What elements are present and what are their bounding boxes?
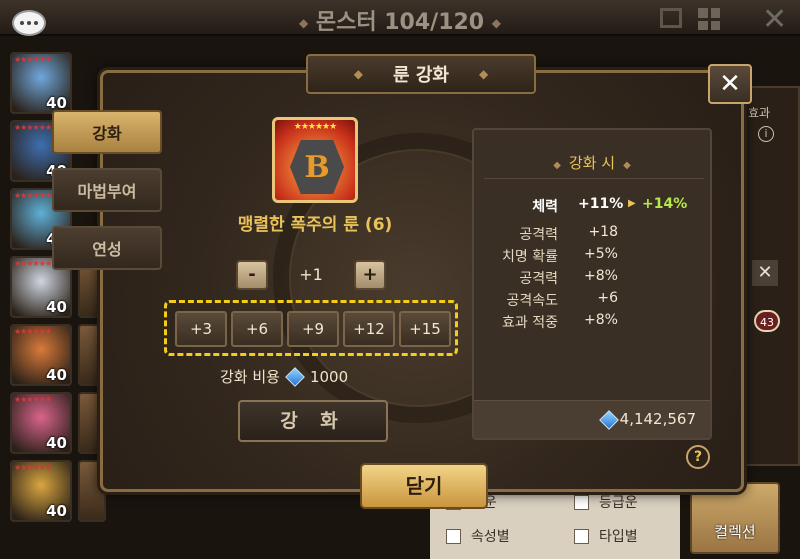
level-minus-button[interactable]: - bbox=[236, 260, 268, 290]
help-button[interactable]: ? bbox=[686, 445, 710, 469]
level-value: +1 bbox=[299, 265, 323, 284]
quick-level-button[interactable]: +15 bbox=[399, 311, 451, 347]
crystal-total: 4,142,567 bbox=[619, 410, 696, 428]
cost-value: 1000 bbox=[309, 367, 349, 386]
monster-stars: ★★★★★★ bbox=[14, 55, 52, 64]
stat-name: 효과 적중 bbox=[502, 315, 558, 331]
quick-level-button[interactable]: +9 bbox=[287, 311, 339, 347]
monster-card[interactable]: ★★★★★★40 bbox=[10, 52, 72, 114]
filter-attribute[interactable]: 속성별 bbox=[446, 526, 510, 546]
monster-stars: ★★★★★★ bbox=[14, 395, 52, 404]
background-close-icon[interactable]: ✕ bbox=[762, 2, 787, 37]
monster-stars: ★★★★★★ bbox=[14, 463, 52, 472]
level-selector: - +1 + bbox=[236, 260, 386, 292]
level-plus-button[interactable]: + bbox=[354, 260, 386, 290]
enhance-cost: 강화 비용 1000 bbox=[220, 366, 420, 387]
monster-count-title: ◆ 몬스터 104/120 ◆ bbox=[298, 10, 502, 35]
rune-icon: ★★★★★★ B bbox=[272, 117, 358, 203]
diamond-icon: ◆ bbox=[353, 67, 364, 81]
monster-level: 40 bbox=[46, 502, 67, 520]
sub-stat-row: 치명 확률 +5% bbox=[474, 246, 710, 266]
stat-value: +6 bbox=[597, 290, 618, 306]
stat-next: +14% bbox=[642, 196, 688, 212]
tab-alchemy[interactable]: 연성 bbox=[52, 226, 162, 270]
monster-card[interactable]: ★★★★★★ 40 bbox=[10, 392, 72, 454]
stat-name: 치명 확률 bbox=[502, 249, 558, 265]
close-button[interactable]: 닫기 bbox=[360, 463, 488, 509]
right-panel-label: 효과 bbox=[748, 106, 771, 120]
stat-name: 체력 bbox=[532, 199, 558, 215]
sub-stat-row: 공격속도 +6 bbox=[474, 290, 710, 310]
monster-stars: ★★★★★★ bbox=[14, 191, 52, 200]
modal-close-button[interactable]: ✕ bbox=[708, 64, 752, 104]
sub-stat-row: 공격력 +18 bbox=[474, 224, 710, 244]
stat-value: +18 bbox=[588, 224, 618, 240]
count-badge: 43 bbox=[754, 310, 780, 332]
info-icon[interactable]: i bbox=[758, 126, 774, 142]
checkbox[interactable] bbox=[574, 494, 589, 510]
clear-icon[interactable]: ✕ bbox=[752, 260, 778, 286]
monster-stars: ★★★★★★ bbox=[14, 123, 52, 132]
quick-level-button[interactable]: +12 bbox=[343, 311, 395, 347]
monster-level: 40 bbox=[46, 434, 67, 452]
tab-enchant[interactable]: 마법부여 bbox=[52, 168, 162, 212]
filter-4[interactable]: 등급운 bbox=[574, 492, 638, 512]
divider bbox=[484, 178, 704, 179]
checkbox[interactable] bbox=[574, 528, 589, 544]
monster-stars: ★★★★★★ bbox=[14, 327, 52, 336]
monster-level: 40 bbox=[46, 298, 67, 316]
monster-card[interactable]: ★★★★★★ 40 bbox=[10, 324, 72, 386]
rune-stars: ★★★★★★ bbox=[293, 122, 337, 132]
right-panel: 효과 i ✕ 43 bbox=[736, 86, 800, 466]
tab-enhance[interactable]: 강화 bbox=[52, 110, 162, 154]
quick-level-button[interactable]: +6 bbox=[231, 311, 283, 347]
monster-level: 40 bbox=[46, 366, 67, 384]
checkbox[interactable] bbox=[446, 528, 461, 544]
diamond-icon: ◆ bbox=[478, 67, 489, 81]
collection-button[interactable]: 컬렉션 bbox=[690, 482, 780, 554]
chat-button[interactable] bbox=[12, 10, 46, 36]
stat-value: +5% bbox=[584, 246, 618, 262]
stat-current: +11% bbox=[578, 196, 624, 212]
modal-header: ◆ 룬 강화 ◆ bbox=[306, 54, 536, 94]
single-view-icon[interactable] bbox=[660, 8, 682, 28]
cost-label: 강화 비용 bbox=[220, 368, 280, 386]
stat-preview-panel: ◆ 강화 시 ◆ 체력 +11% ▶ +14% 공격력 +18 치명 확률 +5% … bbox=[472, 128, 712, 440]
filter-type[interactable]: 타입별 bbox=[574, 526, 638, 546]
crystal-icon bbox=[599, 410, 619, 430]
monster-card[interactable]: ★★★★★★ 40 bbox=[10, 460, 72, 522]
stat-name: 공격력 bbox=[519, 271, 558, 287]
main-stat-row: 체력 +11% ▶ +14% bbox=[474, 196, 710, 216]
stat-name: 공격력 bbox=[519, 227, 558, 243]
monster-stars: ★★★★★★ bbox=[14, 259, 52, 268]
grid-view-icon[interactable] bbox=[698, 8, 720, 30]
crystal-icon bbox=[285, 366, 305, 387]
stat-value: +8% bbox=[584, 312, 618, 328]
sub-stat-row: 효과 적중 +8% bbox=[474, 312, 710, 332]
modal-title: 룬 강화 bbox=[393, 65, 449, 86]
rune-name: 맹렬한 폭주의 룬 (6) bbox=[237, 215, 393, 235]
crystal-balance: 4,142,567 bbox=[474, 400, 710, 438]
stat-name: 공격속도 bbox=[506, 293, 558, 309]
enhance-button[interactable]: 강 화 bbox=[238, 400, 388, 442]
arrow-right-icon: ▶ bbox=[628, 198, 636, 209]
quick-level-button[interactable]: +3 bbox=[175, 311, 227, 347]
stat-value: +8% bbox=[584, 268, 618, 284]
stat-header: ◆ 강화 시 ◆ bbox=[553, 154, 631, 172]
quick-level-group: +3 +6 +9 +12 +15 bbox=[164, 300, 458, 356]
rune-glyph: B bbox=[290, 140, 344, 194]
sub-stat-row: 공격력 +8% bbox=[474, 268, 710, 288]
